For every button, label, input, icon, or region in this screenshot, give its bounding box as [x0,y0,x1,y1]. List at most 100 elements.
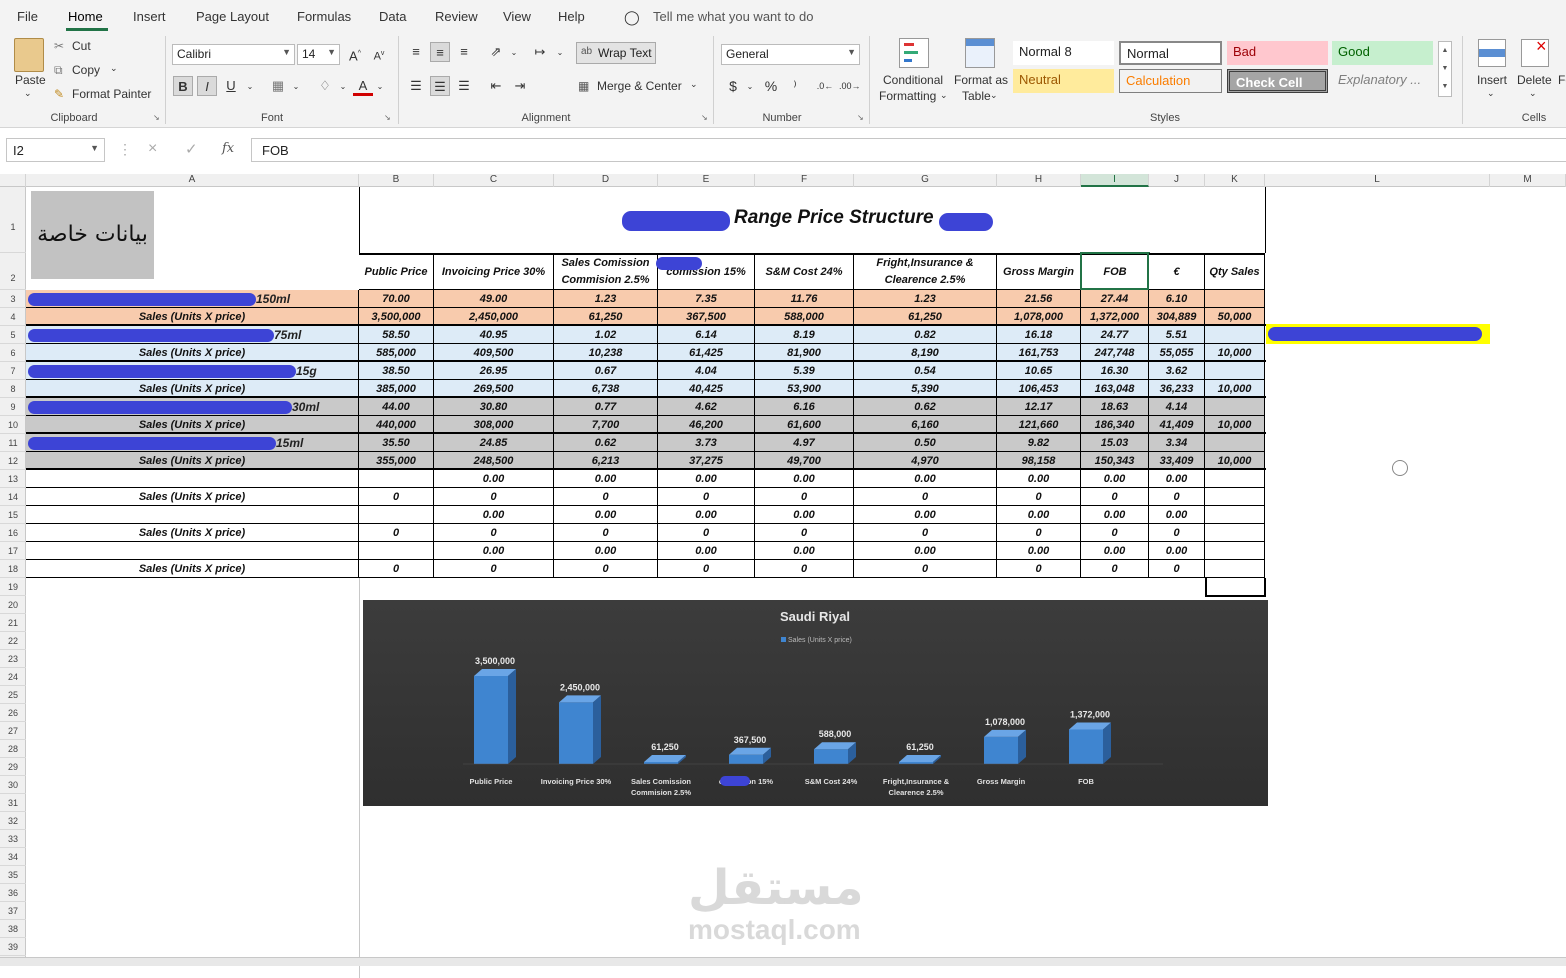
price-cell[interactable]: 18.63 [1081,398,1149,416]
price-cell[interactable] [1205,470,1265,488]
align-middle-icon[interactable]: ≡ [430,42,450,62]
price-cell[interactable]: 0.62 [854,398,997,416]
conditional-formatting-button[interactable]: Conditional [883,73,943,87]
price-cell[interactable]: 0.00 [1149,506,1205,524]
price-cell[interactable]: 0.00 [755,506,854,524]
paste-button[interactable]: Paste [15,73,46,87]
column-header[interactable]: B [359,174,434,187]
sales-label-cell[interactable]: Sales (Units X price) [26,560,359,578]
price-cell[interactable]: 0.62 [554,434,658,452]
tab-view[interactable]: View [503,9,531,24]
row-header[interactable]: 19 [0,578,26,596]
select-all-corner[interactable] [0,174,26,187]
price-cell[interactable] [1205,290,1265,308]
price-cell[interactable]: 4.04 [658,362,755,380]
sales-label-cell[interactable]: Sales (Units X price) [26,524,359,542]
align-bottom-icon[interactable]: ≡ [454,42,474,62]
column-header[interactable]: J [1149,174,1205,187]
price-cell[interactable]: 0.77 [554,398,658,416]
price-cell[interactable]: 4.62 [658,398,755,416]
price-cell[interactable]: 15.03 [1081,434,1149,452]
price-cell[interactable]: 0.00 [554,470,658,488]
sales-cell[interactable]: 0 [854,524,997,542]
row-header[interactable]: 32 [0,812,26,830]
sales-cell[interactable]: 0 [1081,524,1149,542]
column-header[interactable]: L [1265,174,1490,187]
text-direction-icon[interactable]: ↦ [530,42,550,62]
style-bad[interactable]: Bad [1227,41,1328,65]
tab-page-layout[interactable]: Page Layout [196,9,269,24]
sales-cell[interactable]: 0 [658,488,755,506]
column-header[interactable]: K [1205,174,1265,187]
product-name-cell[interactable] [26,506,359,524]
chevron-down-icon[interactable]: ⌄ [286,77,306,97]
column-title-cell[interactable]: Public Price [359,253,434,290]
price-cell[interactable]: 24.85 [434,434,554,452]
price-cell[interactable]: 0.00 [755,542,854,560]
price-cell[interactable]: 0.50 [854,434,997,452]
shrink-font-icon[interactable]: Av [369,44,389,64]
fill-color-icon[interactable]: ♢ [315,76,335,96]
sheet-tab-bar[interactable] [0,957,1566,966]
price-cell[interactable]: 26.95 [434,362,554,380]
price-cell[interactable] [1205,362,1265,380]
style-good[interactable]: Good [1332,41,1433,65]
column-header[interactable]: M [1490,174,1566,187]
format-painter-button[interactable]: Format Painter [72,87,151,101]
column-title-cell[interactable]: Qty Sales [1205,253,1265,290]
price-cell[interactable]: 0.54 [854,362,997,380]
align-center-icon[interactable]: ☰ [430,76,450,96]
column-header[interactable]: E [658,174,755,187]
row-header[interactable]: 17 [0,542,26,560]
row-header[interactable]: 15 [0,506,26,524]
price-cell[interactable]: 21.56 [997,290,1081,308]
grow-font-icon[interactable]: A^ [345,44,365,64]
align-top-icon[interactable]: ≡ [406,42,426,62]
price-cell[interactable]: 12.17 [997,398,1081,416]
price-cell[interactable]: 5.51 [1149,326,1205,344]
copy-button[interactable]: Copy [72,63,100,77]
style-normal-8[interactable]: Normal 8 [1013,41,1114,65]
price-cell[interactable]: 58.50 [359,326,434,344]
tab-data[interactable]: Data [379,9,406,24]
price-cell[interactable]: 0.00 [434,542,554,560]
row-header[interactable]: 10 [0,416,26,434]
align-left-icon[interactable]: ☰ [406,76,426,96]
delete-cells-button[interactable]: Delete [1517,73,1552,87]
chevron-down-icon[interactable]: ⌄ [990,90,998,101]
style-normal[interactable]: Normal [1119,41,1222,65]
column-header-selected[interactable]: I [1081,174,1149,187]
cancel-icon[interactable]: × [148,140,157,158]
sales-cell[interactable]: 0 [658,524,755,542]
style-check-cell[interactable]: Check Cell [1227,69,1328,93]
chevron-down-icon[interactable]: ⌄ [504,43,524,63]
row-header[interactable]: 3 [0,290,26,308]
price-cell[interactable]: 0.00 [1081,470,1149,488]
price-cell[interactable] [359,506,434,524]
row-header[interactable]: 27 [0,722,26,740]
sales-cell[interactable]: 0 [997,560,1081,578]
sales-cell[interactable]: 0 [434,560,554,578]
price-cell[interactable]: 0.00 [1081,506,1149,524]
font-name-combo[interactable]: Calibri ▼ [172,44,295,65]
column-title-cell[interactable]: € [1149,253,1205,290]
paste-icon[interactable] [14,38,44,72]
row-header[interactable]: 37 [0,902,26,920]
number-launcher-icon[interactable]: ↘ [857,113,864,122]
column-title-cell[interactable]: S&M Cost 24% [755,253,854,290]
price-cell[interactable]: 4.14 [1149,398,1205,416]
row-header[interactable]: 23 [0,650,26,668]
chevron-down-icon[interactable]: ⌄ [1487,88,1495,99]
price-cell[interactable]: 27.44 [1081,290,1149,308]
row-header[interactable]: 24 [0,668,26,686]
italic-button[interactable]: I [197,76,217,96]
product-name-cell[interactable] [26,542,359,560]
price-cell[interactable]: 0.00 [658,542,755,560]
paste-dropdown-icon[interactable]: ⌄ [24,88,32,99]
column-header[interactable]: F [755,174,854,187]
format-cells-button[interactable]: Fo [1558,73,1566,87]
price-cell[interactable]: 0.00 [854,506,997,524]
cut-button[interactable]: Cut [72,39,91,53]
sales-cell[interactable]: 0 [755,524,854,542]
sales-cell[interactable]: 0 [359,560,434,578]
